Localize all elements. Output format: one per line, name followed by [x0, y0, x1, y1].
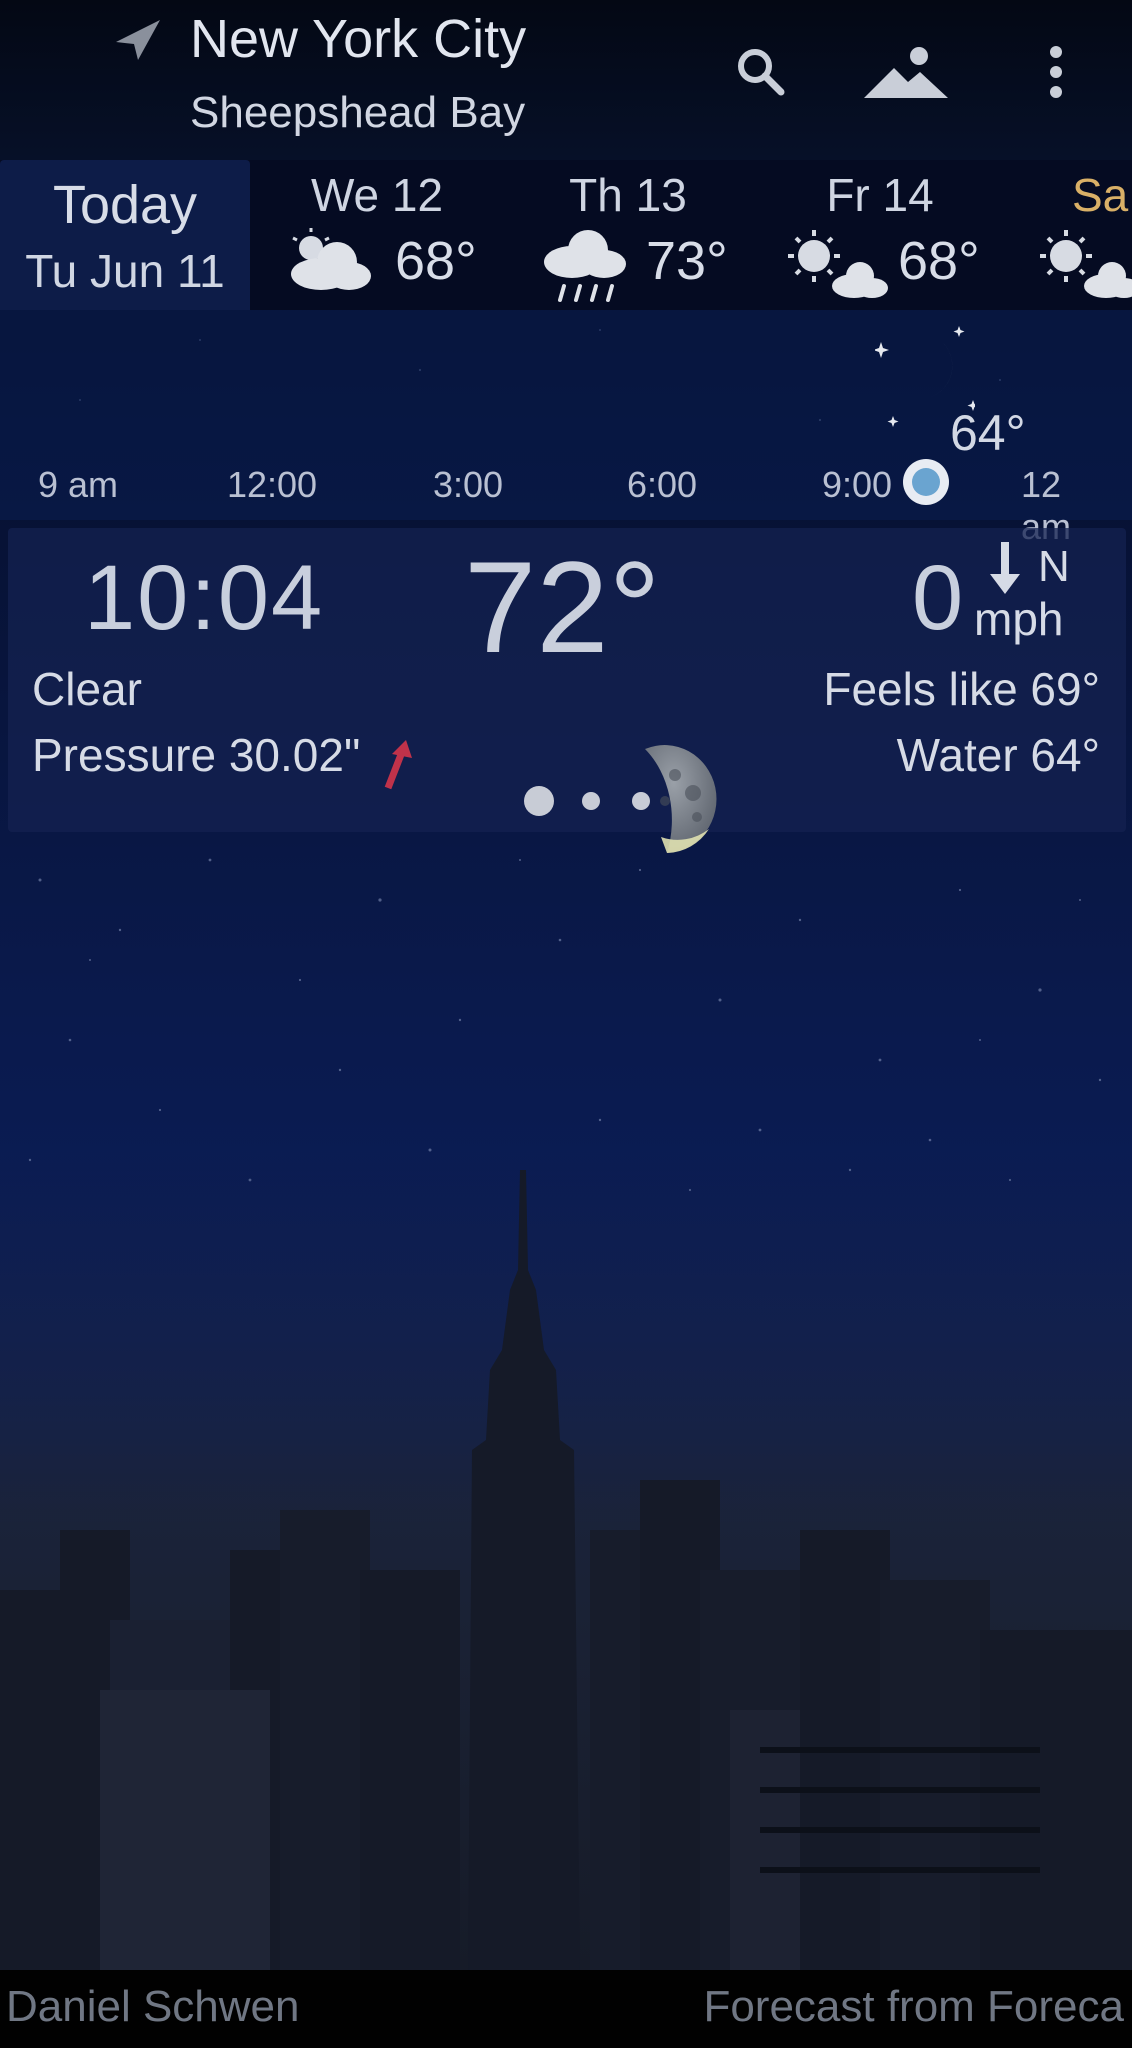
rain-cloud-icon [544, 230, 626, 302]
day-temp: 68° [395, 231, 477, 291]
day-temp: 73° [646, 231, 728, 291]
day-temp: 68° [898, 231, 980, 291]
wind-speed: 0 [912, 547, 964, 649]
day-tab-fr14[interactable]: Fr 14 68° [760, 160, 1000, 310]
day-label: We 12 [310, 169, 444, 221]
hourly-timeline[interactable]: 64° 9 am 12:00 3:00 6:00 9:00 12 am [0, 310, 1132, 547]
hour-label: 9 am [37, 464, 119, 505]
day-label: Sa [1072, 169, 1129, 221]
neighborhood-name[interactable]: Sheepshead Bay [190, 88, 525, 138]
current-time: 10:04 [84, 547, 325, 649]
wind-direction: N [1038, 542, 1070, 591]
hour-label: 3:00 [432, 464, 504, 505]
feels-like: Feels like 69° [823, 663, 1100, 715]
day-label: Fr 14 [826, 169, 934, 221]
water-temperature: Water 64° [896, 729, 1100, 781]
current-conditions-panel[interactable]: 10:04 72° 0 N mph Clear Feels like 69° P… [8, 528, 1126, 832]
daily-forecast-strip: Today Tu Jun 11 We 12 68° Th 13 73° Fr 1… [0, 160, 1132, 310]
search-icon[interactable] [733, 44, 789, 100]
location-arrow-icon[interactable] [112, 18, 164, 62]
more-vert-icon[interactable] [1046, 44, 1066, 100]
today-label: Today [52, 175, 198, 235]
page-dot-active[interactable] [524, 786, 554, 816]
condition-text: Clear [32, 663, 142, 715]
landscape-icon[interactable] [864, 44, 948, 100]
wind-unit: mph [974, 593, 1064, 645]
current-hour-marker[interactable] [903, 459, 949, 505]
app-bar: New York City Sheepshead Bay [0, 0, 1132, 160]
moon-phase-icon [645, 745, 717, 853]
forecast-source[interactable]: Forecast from Foreca [703, 1982, 1124, 2032]
photo-credit[interactable]: Daniel Schwen [6, 1982, 300, 2032]
current-temperature: 72° [464, 534, 661, 680]
hourly-temp: 64° [950, 405, 1026, 461]
pressure: Pressure 30.02" [32, 729, 361, 781]
day-tab-th13[interactable]: Th 13 73° [508, 160, 748, 310]
hour-label: 6:00 [626, 464, 698, 505]
sun-cloud-icon [788, 230, 888, 298]
wind-direction-arrow-icon [990, 542, 1020, 594]
sun-cloud-icon [1040, 230, 1132, 298]
day-label: Th 13 [569, 169, 687, 221]
pressure-trend-up-icon [384, 740, 412, 790]
day-tab-sa[interactable]: Sa [1012, 160, 1132, 310]
hour-label: 9:00 [821, 464, 893, 505]
partly-cloudy-icon [291, 228, 371, 290]
attribution-footer: Daniel Schwen Forecast from Foreca [0, 1970, 1132, 2048]
day-tab-today[interactable]: Today Tu Jun 11 [0, 160, 250, 310]
weather-screen: New York City Sheepshead Bay Today Tu Ju… [0, 0, 1132, 2048]
city-skyline [0, 1150, 1132, 1970]
page-dot[interactable] [582, 792, 600, 810]
hour-label: 12:00 [226, 464, 318, 505]
today-date: Tu Jun 11 [25, 245, 225, 297]
day-tab-we12[interactable]: We 12 68° [257, 160, 497, 310]
city-name[interactable]: New York City [190, 8, 526, 70]
